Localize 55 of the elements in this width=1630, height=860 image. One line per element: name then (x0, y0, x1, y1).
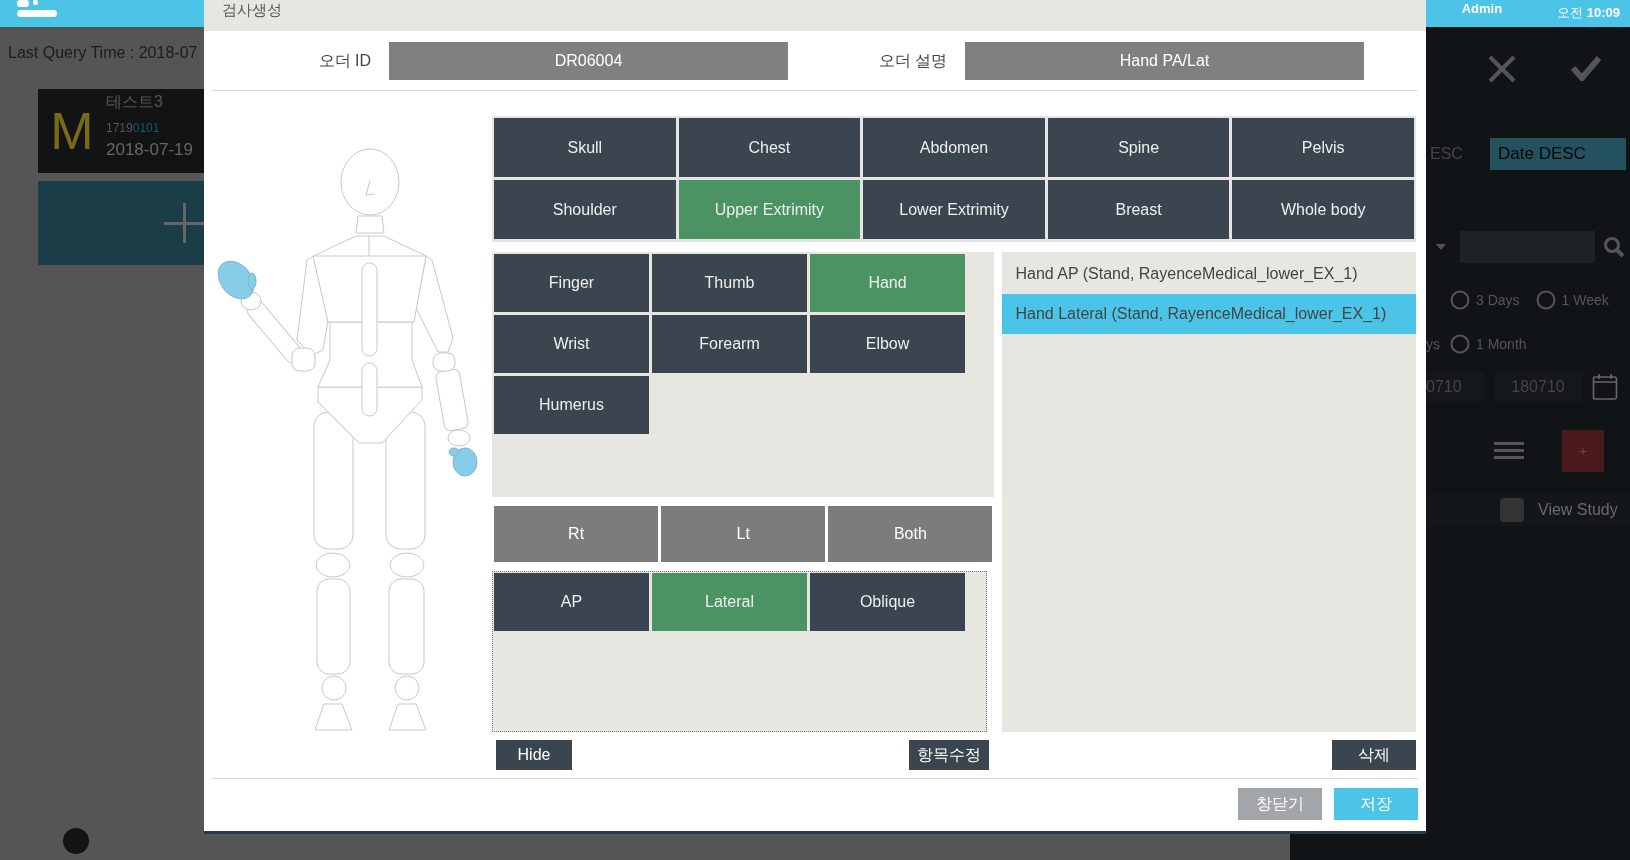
protocol-item[interactable]: Hand AP (Stand, RayenceMedical_lower_EX_1) (1002, 254, 1416, 294)
checkbox[interactable] (1500, 498, 1524, 522)
order-id-field[interactable]: DR06004 (389, 42, 788, 80)
side-button[interactable]: Lt (661, 506, 826, 562)
radio-button[interactable] (1450, 290, 1470, 310)
sub-part-button[interactable]: Finger (494, 254, 649, 312)
body-part-button[interactable]: Chest (678, 118, 861, 177)
radio-button[interactable] (1535, 290, 1556, 310)
patient-id: 17190101 (106, 120, 161, 137)
field-label: 오더 ID (317, 50, 372, 71)
circle-icon[interactable] (63, 828, 89, 854)
side-button[interactable]: Both (828, 506, 993, 562)
field-label: 오더 설명 (877, 50, 948, 71)
clock-time: 오전 10:09 (1557, 4, 1620, 22)
body-part-button[interactable]: Skull (494, 118, 676, 177)
last-query-time: Last Query Time : 2018-07 (8, 44, 198, 63)
search-icon[interactable] (1603, 236, 1625, 258)
caret-icon[interactable] (1436, 244, 1446, 250)
sub-part-button[interactable]: Humerus (494, 376, 649, 434)
hide-button[interactable]: Hide (496, 740, 572, 770)
dialog-title: 검사생성 (222, 1, 282, 20)
body-part-button[interactable]: Shoulder (494, 180, 676, 239)
delete-button[interactable]: 삭제 (1332, 740, 1416, 770)
patient-name: 테스트3 (106, 92, 164, 112)
edit-button[interactable]: 항목수정 (909, 740, 990, 770)
body-part-button[interactable]: Pelvis (1232, 118, 1414, 177)
plus-icon (164, 203, 204, 243)
calendar-icon[interactable] (1592, 373, 1618, 401)
projection-button[interactable]: AP (494, 573, 649, 631)
list-icon[interactable] (17, 0, 57, 18)
order-description-field[interactable]: Hand PA/Lat (965, 42, 1364, 80)
side-button[interactable]: Rt (494, 506, 659, 562)
body-part-button[interactable]: Whole body (1232, 180, 1414, 239)
body-part-button[interactable]: Spine (1047, 118, 1230, 177)
radio-label: 3 Days (1476, 292, 1520, 308)
protocol-item[interactable]: Hand Lateral (Stand, RayenceMedical_lower_EX_1) (1002, 294, 1416, 334)
radio-label: 1 Week (1561, 292, 1609, 308)
period-option: ys (1426, 336, 1450, 352)
projection-button[interactable]: Oblique (810, 573, 965, 631)
body-part-button[interactable]: Abdomen (863, 118, 1045, 177)
sub-part-button[interactable]: Wrist (494, 315, 649, 373)
checkbox-label: View Study (1538, 501, 1618, 519)
sub-part-button[interactable]: Forearm (652, 315, 807, 373)
menu-icon[interactable] (1494, 442, 1524, 460)
check-icon[interactable] (1571, 55, 1601, 81)
body-part-button[interactable]: Breast (1047, 180, 1230, 239)
sub-part-button[interactable]: Thumb (652, 254, 807, 312)
patient-initial: M (49, 101, 95, 162)
sub-part-button[interactable]: Elbow (810, 315, 965, 373)
user-name: Admin (1461, 1, 1503, 16)
close-icon[interactable] (1488, 55, 1516, 83)
radio-button[interactable] (1450, 334, 1470, 354)
patient-date: 2018-07-19 (106, 140, 193, 160)
radio-label: 1 Month (1476, 336, 1527, 352)
body-part-button[interactable]: Lower Extrimity (863, 180, 1045, 239)
